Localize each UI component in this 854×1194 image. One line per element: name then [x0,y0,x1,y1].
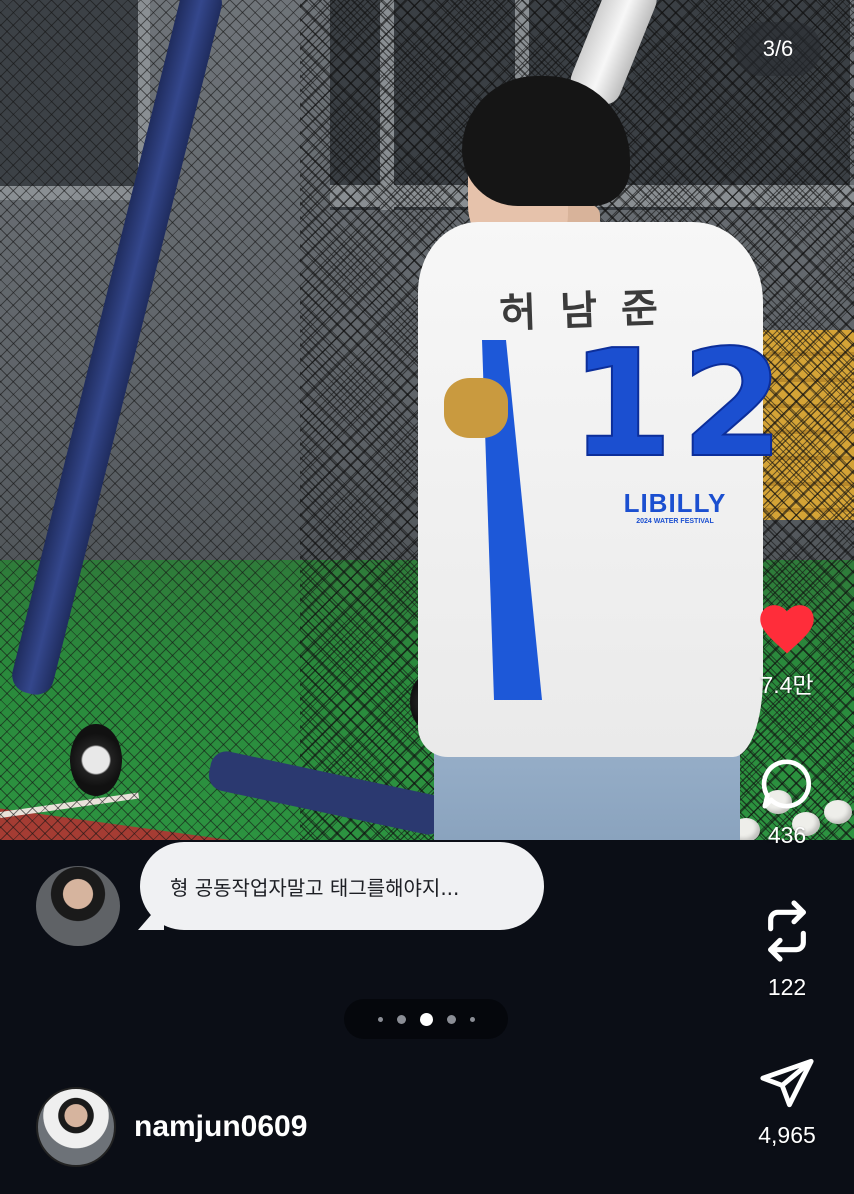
jersey-number: 12 [569,318,792,490]
username[interactable]: namjun0609 [134,1110,307,1144]
send-icon [760,1058,814,1108]
jersey-brand: LIBILLY [623,488,727,518]
pagination-dot-active[interactable] [419,1012,433,1026]
comment-bubble-icon [761,759,812,809]
share-button[interactable]: 4,965 [740,1054,834,1149]
heart-icon [760,605,814,654]
jersey-subtext: 2024 WATER FESTIVAL [636,518,714,525]
pagination-dot[interactable] [469,1016,475,1022]
like-count: 7.4만 [760,672,814,698]
comment-button[interactable]: 436 [740,756,834,849]
comment-count: 436 [767,822,807,848]
pagination-dot[interactable] [446,1014,456,1024]
pagination-dot[interactable] [377,1016,383,1022]
wheel [70,724,122,796]
comment-bubble[interactable]: 형 공동작업자말고 태그를해야지... [140,842,544,930]
commenter-avatar[interactable] [36,866,120,946]
like-button[interactable]: 7.4만 [740,600,834,700]
repost-button[interactable]: 122 [740,898,834,1001]
pagination-dot[interactable] [396,1014,406,1024]
repost-icon [768,900,806,962]
comment-text: 형 공동작업자말고 태그를해야지... [170,875,460,900]
share-count: 4,965 [758,1122,816,1148]
baseball-glove [444,378,508,438]
post-photo[interactable]: 허남준 12 LIBILLY 2024 WATER FESTIVAL 3/6 [0,0,854,840]
repost-count: 122 [767,974,807,1000]
image-counter: 3/6 [735,22,821,76]
carousel-pagination [344,999,508,1039]
profile-avatar[interactable] [36,1087,116,1167]
